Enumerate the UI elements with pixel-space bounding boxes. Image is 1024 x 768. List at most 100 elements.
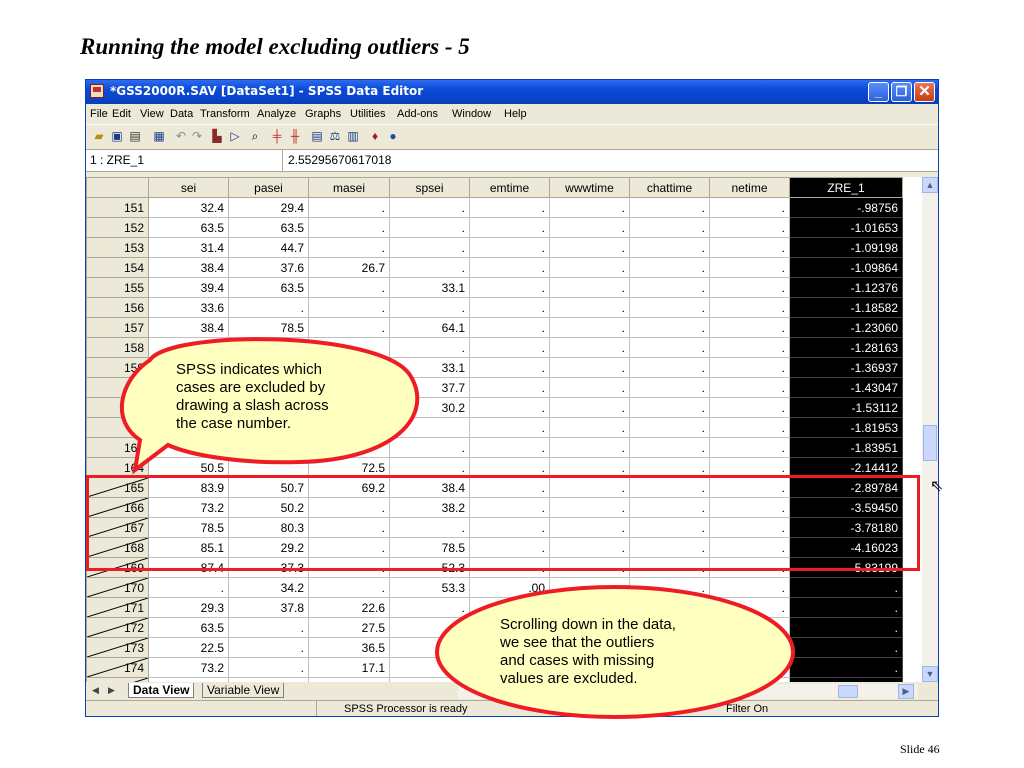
grid-cell[interactable]: -1.18582 bbox=[789, 297, 903, 318]
dialog-recall-icon[interactable]: ▦ bbox=[152, 130, 166, 143]
grid-cell[interactable]: 52.3 bbox=[389, 557, 470, 578]
grid-cell[interactable]: . bbox=[709, 417, 790, 438]
case-number[interactable]: 168 bbox=[86, 537, 149, 558]
scroll-up-icon[interactable]: ▲ bbox=[922, 177, 938, 193]
grid-cell[interactable]: 31.4 bbox=[148, 237, 229, 258]
grid-cell[interactable]: . bbox=[709, 357, 790, 378]
grid-cell[interactable]: -1.09198 bbox=[789, 237, 903, 258]
grid-cell[interactable]: . bbox=[469, 537, 550, 558]
grid-cell[interactable]: . bbox=[709, 257, 790, 278]
grid-cell[interactable]: . bbox=[629, 337, 710, 358]
grid-cell[interactable]: . bbox=[389, 337, 470, 358]
scroll-down-icon[interactable]: ▼ bbox=[922, 666, 938, 682]
grid-cell[interactable]: . bbox=[709, 597, 790, 618]
grid-cell[interactable]: 78.5 bbox=[389, 537, 470, 558]
menu-help[interactable]: Help bbox=[504, 108, 527, 120]
grid-cell[interactable]: . bbox=[549, 457, 630, 478]
grid-cell[interactable]: 17.1 bbox=[308, 657, 390, 678]
grid-cell[interactable]: 63.5 bbox=[148, 217, 229, 238]
column-header[interactable]: chattime bbox=[629, 177, 710, 198]
grid-cell[interactable]: . bbox=[148, 577, 229, 598]
grid-cell[interactable]: . bbox=[629, 237, 710, 258]
grid-cell[interactable]: 72.5 bbox=[308, 457, 390, 478]
grid-cell[interactable]: 87.4 bbox=[148, 557, 229, 578]
grid-cell[interactable]: . bbox=[549, 197, 630, 218]
redo-icon[interactable]: ↷ bbox=[190, 130, 204, 143]
grid-cell[interactable]: . bbox=[469, 357, 550, 378]
grid-cell[interactable]: . bbox=[469, 277, 550, 298]
grid-cell[interactable]: . bbox=[709, 297, 790, 318]
menu-graphs[interactable]: Graphs bbox=[305, 108, 341, 120]
grid-cell[interactable]: -1.53112 bbox=[789, 397, 903, 418]
scroll-right-icon[interactable]: ▶ bbox=[898, 684, 914, 699]
print-icon[interactable]: ▤ bbox=[128, 130, 142, 143]
column-header[interactable]: sei bbox=[148, 177, 229, 198]
grid-cell[interactable]: . bbox=[308, 497, 390, 518]
column-header[interactable]: wwwtime bbox=[549, 177, 630, 198]
grid-cell[interactable]: -1.23060 bbox=[789, 317, 903, 338]
grid-cell[interactable]: 63.5 bbox=[228, 277, 309, 298]
grid-cell[interactable]: . bbox=[789, 577, 903, 598]
case-number[interactable]: 165 bbox=[86, 477, 149, 498]
grid-cell[interactable]: . bbox=[389, 197, 470, 218]
grid-cell[interactable]: . bbox=[629, 557, 710, 578]
grid-cell[interactable]: 39.4 bbox=[148, 277, 229, 298]
grid-cell[interactable]: 44.7 bbox=[228, 237, 309, 258]
grid-cell[interactable]: . bbox=[789, 637, 903, 658]
grid-cell[interactable]: -1.12376 bbox=[789, 277, 903, 298]
case-number[interactable]: 171 bbox=[86, 597, 149, 618]
grid-cell[interactable]: 32.4 bbox=[148, 197, 229, 218]
grid-cell[interactable]: -1.09864 bbox=[789, 257, 903, 278]
grid-cell[interactable]: . bbox=[469, 457, 550, 478]
grid-cell[interactable]: . bbox=[629, 397, 710, 418]
goto-case-icon[interactable]: ▷ bbox=[228, 130, 242, 143]
case-number[interactable]: 157 bbox=[86, 317, 149, 338]
grid-cell[interactable]: -1.83951 bbox=[789, 437, 903, 458]
grid-cell[interactable]: . bbox=[389, 237, 470, 258]
grid-cell[interactable]: -3.59450 bbox=[789, 497, 903, 518]
grid-cell[interactable]: . bbox=[709, 537, 790, 558]
close-button[interactable]: ✕ bbox=[914, 82, 935, 102]
grid-cell[interactable] bbox=[228, 437, 309, 458]
grid-cell[interactable]: . bbox=[629, 257, 710, 278]
grid-cell[interactable]: 22.5 bbox=[148, 637, 229, 658]
grid-cell[interactable]: 38.4 bbox=[389, 477, 470, 498]
grid-cell[interactable]: . bbox=[389, 597, 470, 618]
grid-cell[interactable]: . bbox=[308, 517, 390, 538]
grid-cell[interactable]: . bbox=[789, 597, 903, 618]
grid-cell[interactable]: . bbox=[549, 317, 630, 338]
grid-cell[interactable]: 38.4 bbox=[148, 257, 229, 278]
grid-cell[interactable]: . bbox=[709, 577, 790, 598]
grid-cell[interactable]: . bbox=[629, 297, 710, 318]
grid-cell[interactable]: . bbox=[709, 197, 790, 218]
grid-cell[interactable]: . bbox=[469, 257, 550, 278]
grid-cell[interactable]: . bbox=[709, 437, 790, 458]
grid-cell[interactable] bbox=[389, 657, 470, 678]
grid-cell[interactable]: . bbox=[629, 197, 710, 218]
grid-cell[interactable]: 73.2 bbox=[148, 657, 229, 678]
grid-cell[interactable] bbox=[148, 337, 229, 358]
grid-cell[interactable]: . bbox=[709, 477, 790, 498]
case-number[interactable]: 163 bbox=[86, 437, 149, 458]
tab-data-view[interactable]: Data View bbox=[128, 683, 195, 698]
grid-cell[interactable]: 63.5 bbox=[228, 217, 309, 238]
grid-cell[interactable]: . bbox=[709, 337, 790, 358]
grid-cell[interactable]: . bbox=[308, 237, 390, 258]
case-number[interactable]: 174 bbox=[86, 657, 149, 678]
grid-cell[interactable]: . bbox=[308, 557, 390, 578]
grid-cell[interactable] bbox=[389, 637, 470, 658]
grid-cell[interactable]: 85.1 bbox=[148, 537, 229, 558]
grid-cell[interactable]: 36.5 bbox=[308, 637, 390, 658]
grid-cell[interactable]: . bbox=[469, 317, 550, 338]
grid-cell[interactable]: 33.1 bbox=[389, 357, 470, 378]
case-number[interactable]: 164 bbox=[86, 457, 149, 478]
grid-cell[interactable]: -.98756 bbox=[789, 197, 903, 218]
grid-cell[interactable]: . bbox=[389, 217, 470, 238]
open-icon[interactable]: ▰ bbox=[92, 130, 106, 143]
grid-cell[interactable]: . bbox=[469, 217, 550, 238]
grid-cell[interactable]: . bbox=[549, 597, 630, 618]
grid-cell[interactable]: . bbox=[549, 357, 630, 378]
grid-cell[interactable] bbox=[389, 417, 470, 438]
grid-cell[interactable]: . bbox=[549, 537, 630, 558]
grid-cell[interactable]: 30.2 bbox=[389, 397, 470, 418]
